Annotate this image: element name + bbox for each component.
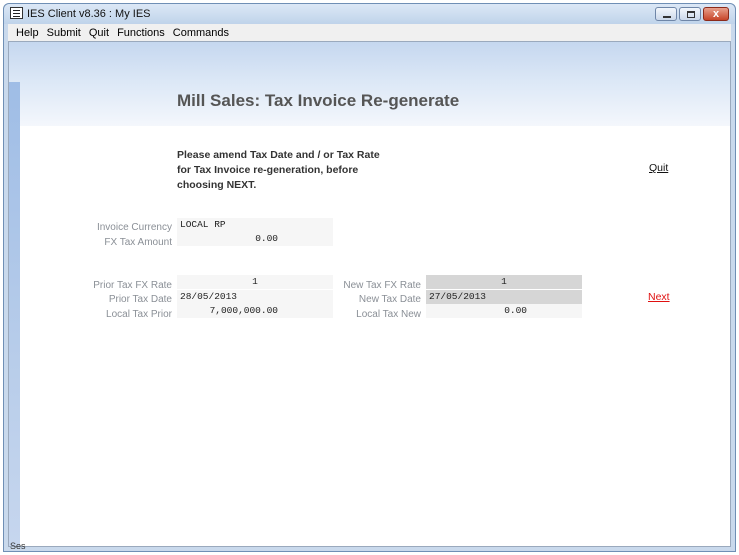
local-tax-new-field: 0.00: [426, 304, 582, 318]
maximize-button[interactable]: [679, 7, 701, 21]
local-tax-new-label: Local Tax New: [356, 309, 421, 320]
new-tax-fx-rate-input[interactable]: 1: [426, 275, 582, 289]
side-strip-label: Ses: [10, 541, 26, 551]
new-tax-date-label: New Tax Date: [358, 294, 421, 305]
invoice-currency-label: Invoice Currency: [96, 222, 172, 233]
fx-tax-amount-field: 0.00: [177, 232, 333, 246]
app-window: IES Client v8.36 : My IES x Help Submit …: [3, 3, 736, 552]
instructions-line: choosing NEXT.: [177, 179, 257, 191]
menu-functions[interactable]: Functions: [113, 27, 169, 39]
side-strip: Ses E: [9, 82, 26, 551]
instructions-line: Please amend Tax Date and / or Tax Rate: [177, 149, 380, 161]
menu-commands[interactable]: Commands: [169, 27, 233, 39]
window-title: IES Client v8.36 : My IES: [27, 8, 151, 20]
client-area: Ses E Mill Sales: Tax Invoice Re-generat…: [8, 41, 731, 551]
close-button[interactable]: x: [703, 7, 729, 21]
minimize-button[interactable]: [655, 7, 677, 21]
new-tax-date-input[interactable]: 27/05/2013: [426, 290, 582, 304]
header-banner: [9, 42, 730, 126]
instructions-line: for Tax Invoice re-generation, before: [177, 164, 359, 176]
menu-quit[interactable]: Quit: [85, 27, 113, 39]
prior-tax-date-label: Prior Tax Date: [108, 294, 172, 305]
local-tax-prior-label: Local Tax Prior: [106, 309, 172, 320]
invoice-currency-field: LOCAL RP: [177, 218, 333, 232]
title-bar[interactable]: IES Client v8.36 : My IES x: [4, 4, 735, 24]
menu-help[interactable]: Help: [12, 27, 43, 39]
window-controls: x: [655, 7, 729, 21]
fx-tax-amount-label: FX Tax Amount: [104, 237, 172, 248]
prior-tax-fx-rate-label: Prior Tax FX Rate: [93, 280, 172, 291]
minimize-icon: [663, 16, 671, 18]
menu-bar: Help Submit Quit Functions Commands: [8, 24, 731, 41]
instructions-text: Please amend Tax Date and / or Tax Rate …: [177, 148, 397, 193]
menu-submit[interactable]: Submit: [43, 27, 85, 39]
app-icon: [10, 7, 23, 19]
quit-link[interactable]: Quit: [649, 162, 668, 174]
next-link[interactable]: Next: [648, 291, 670, 303]
new-tax-fx-rate-label: New Tax FX Rate: [343, 280, 421, 291]
page-title: Mill Sales: Tax Invoice Re-generate: [177, 91, 460, 110]
maximize-icon: [687, 11, 695, 18]
close-icon: x: [712, 8, 720, 20]
